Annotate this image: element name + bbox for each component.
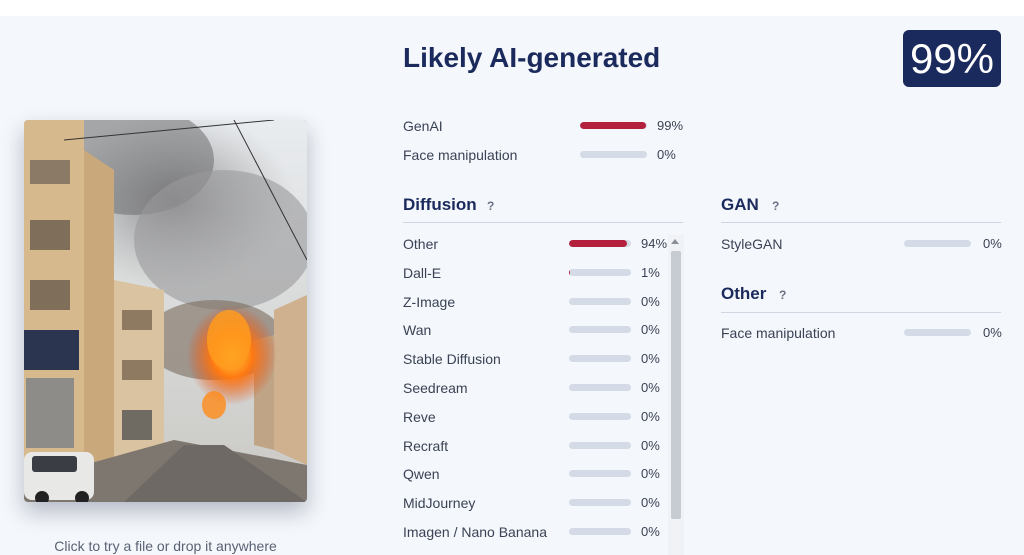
summary-row-genai: GenAI 99%: [403, 116, 703, 136]
gan-title: GAN: [721, 195, 759, 214]
diffusion-row: Stable Diffusion 0%: [403, 349, 668, 369]
diffusion-row: Other 94%: [403, 234, 668, 254]
row-label: Wan: [403, 322, 432, 339]
row-label: Face manipulation: [721, 325, 836, 341]
progress-fill: [569, 240, 628, 247]
summary-row-face-manipulation: Face manipulation 0%: [403, 145, 703, 165]
uploaded-image[interactable]: [24, 120, 307, 502]
row-percent: 1%: [641, 264, 660, 280]
row-percent: 0%: [641, 495, 660, 511]
score-badge: 99%: [903, 30, 1001, 87]
progress-bar: [569, 355, 631, 363]
progress-bar: [569, 499, 631, 507]
diffusion-row: Imagen / Nano Banana 0%: [403, 522, 668, 542]
row-percent: 0%: [641, 293, 660, 309]
gan-row-stylegan: StyleGAN 0%: [721, 234, 1011, 254]
diffusion-row: Z-Image 0%: [403, 292, 668, 312]
row-label: GenAI: [403, 118, 443, 134]
diffusion-divider: [403, 222, 683, 223]
diffusion-row: Wan 0%: [403, 320, 668, 340]
row-percent: 94%: [641, 236, 668, 251]
drop-hint[interactable]: Click to try a file or drop it anywhere: [24, 538, 307, 554]
diffusion-row: Recraft 0%: [403, 436, 668, 456]
diffusion-row: Seedream 0%: [403, 378, 668, 398]
row-label: Seedream: [403, 380, 468, 396]
top-strip: [0, 0, 1024, 16]
diffusion-row: Dall-E 1%: [403, 263, 668, 283]
progress-bar: [569, 528, 631, 535]
row-percent: 99%: [657, 118, 684, 133]
row-percent: 0%: [641, 322, 660, 338]
row-label: Face manipulation: [403, 147, 518, 163]
progress-bar: [569, 384, 631, 391]
gan-divider: [721, 222, 1001, 223]
progress-bar: [569, 441, 631, 449]
other-divider: [721, 312, 1001, 313]
diffusion-row: Reve 0%: [403, 407, 668, 427]
progress-bar: [569, 240, 631, 247]
diffusion-title: Diffusion: [403, 195, 477, 214]
row-percent: 0%: [983, 236, 1002, 251]
progress-fill: [580, 122, 647, 129]
row-label: Recraft: [403, 437, 449, 454]
row-label: Imagen / Nano Banana: [403, 524, 547, 540]
progress-bar: [569, 470, 631, 478]
other-help-icon[interactable]: ?: [779, 288, 786, 302]
row-label: Dall-E: [403, 264, 442, 281]
row-label: MidJourney: [403, 495, 476, 512]
row-label: Qwen: [403, 466, 440, 483]
progress-fill: [569, 268, 570, 276]
row-percent: 0%: [641, 351, 660, 367]
progress-bar: [580, 151, 647, 158]
row-percent: 0%: [641, 524, 660, 539]
row-label: StyleGAN: [721, 236, 783, 252]
row-percent: 0%: [641, 380, 660, 395]
diffusion-scrollbar[interactable]: [668, 235, 684, 555]
progress-bar: [569, 297, 631, 305]
row-percent: 0%: [641, 408, 660, 424]
diffusion-help-icon[interactable]: ?: [487, 199, 494, 213]
other-row-face-manipulation: Face manipulation 0%: [721, 323, 1011, 343]
other-title: Other: [721, 284, 767, 303]
progress-bar: [569, 326, 631, 334]
row-label: Stable Diffusion: [403, 351, 501, 368]
progress-bar: [904, 329, 971, 336]
row-label: Z-Image: [403, 293, 456, 310]
progress-bar: [580, 122, 647, 129]
row-label: Other: [403, 236, 439, 252]
row-label: Reve: [403, 408, 436, 425]
gan-help-icon[interactable]: ?: [772, 199, 779, 213]
progress-bar: [904, 240, 971, 247]
row-percent: 0%: [657, 147, 676, 162]
street-explosion-image: [24, 120, 307, 502]
progress-bar: [569, 412, 631, 420]
row-percent: 0%: [983, 325, 1002, 340]
progress-bar: [569, 268, 631, 276]
row-percent: 0%: [641, 466, 660, 482]
scroll-thumb[interactable]: [671, 251, 681, 519]
diffusion-row: MidJourney 0%: [403, 493, 668, 513]
diffusion-row: Qwen 0%: [403, 464, 668, 484]
scroll-up-arrow-icon[interactable]: [671, 239, 679, 244]
row-percent: 0%: [641, 437, 660, 453]
verdict-title: Likely AI-generated: [403, 42, 661, 73]
